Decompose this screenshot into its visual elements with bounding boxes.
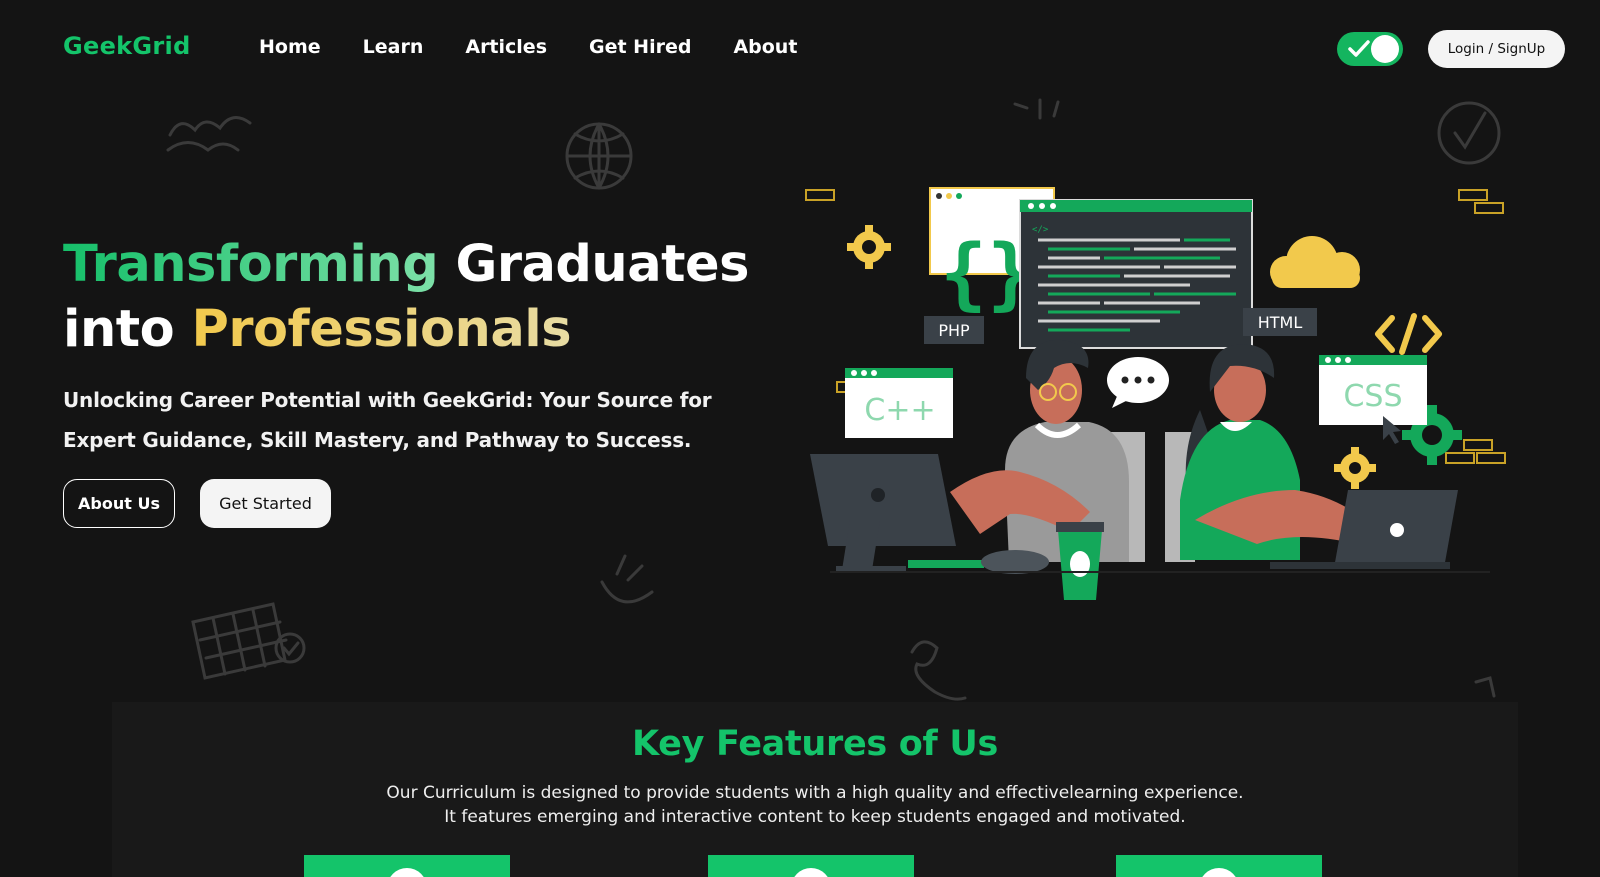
hero-illustration: {} </> PHP HTML C++ CSS: [805, 187, 1506, 600]
feature-card[interactable]: [1116, 855, 1322, 877]
html-label: HTML: [1258, 313, 1303, 332]
gear-icon: [1334, 447, 1376, 489]
hero-title-highlight-gold: Professionals: [191, 300, 572, 359]
features-desc-line: Our Curriculum is designed to provide st…: [386, 783, 1244, 803]
feature-icon: [387, 868, 427, 877]
toggle-knob: [1371, 35, 1399, 63]
hero-subtitle: Unlocking Career Potential with GeekGrid…: [63, 388, 712, 452]
about-us-button[interactable]: About Us: [63, 479, 175, 528]
nav-link-home[interactable]: Home: [259, 36, 321, 58]
nav-links: Home Learn Articles Get Hired About: [259, 36, 839, 58]
feature-icon: [791, 868, 831, 877]
feature-card[interactable]: [304, 855, 510, 877]
code-icon: [1375, 313, 1442, 355]
feature-card[interactable]: [708, 855, 914, 877]
features-section: Key Features of Us Our Curriculum is des…: [112, 702, 1518, 877]
features-title: Key Features of Us: [631, 724, 999, 764]
nav-link-get-hired[interactable]: Get Hired: [589, 36, 691, 58]
check-icon: [1348, 40, 1370, 57]
svg-text:</>: </>: [1032, 225, 1049, 235]
gear-icon: [847, 225, 891, 269]
top-nav: GeekGrid Home Learn Articles Get Hired A…: [0, 0, 1600, 98]
hero-title: Transforming Graduates into Professional…: [63, 232, 783, 362]
theme-toggle[interactable]: [1337, 32, 1403, 66]
hero-title-word: into: [63, 300, 175, 359]
login-signup-button[interactable]: Login / SignUp: [1428, 30, 1565, 68]
feature-icon: [1199, 868, 1239, 877]
brand-logo[interactable]: GeekGrid: [63, 32, 191, 60]
hero-title-word: Graduates: [455, 235, 750, 294]
nav-link-about[interactable]: About: [733, 36, 797, 58]
get-started-button[interactable]: Get Started: [200, 479, 331, 528]
nav-link-learn[interactable]: Learn: [363, 36, 424, 58]
nav-link-articles[interactable]: Articles: [465, 36, 547, 58]
features-desc-line: It features emerging and interactive con…: [444, 807, 1186, 827]
features-description: Our Curriculum is designed to provide st…: [112, 781, 1518, 829]
hero-title-highlight-green: Transforming: [63, 235, 439, 294]
php-label: PHP: [938, 321, 970, 340]
css-label: CSS: [1343, 379, 1402, 414]
cpp-label: C++: [864, 393, 935, 428]
cloud-icon: [1270, 236, 1360, 288]
